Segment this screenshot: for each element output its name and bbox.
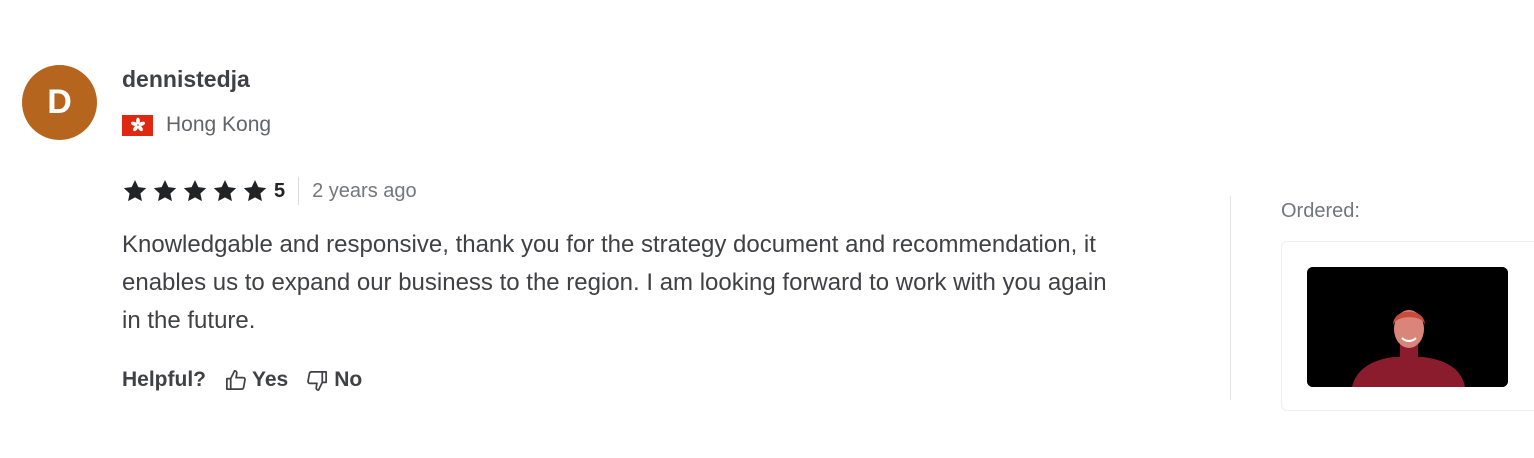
- reviewer-username[interactable]: dennistedja: [122, 66, 250, 93]
- review-time: 2 years ago: [312, 179, 417, 202]
- review-card: D dennistedja Hong Kong 5 2 years ago Kn…: [0, 0, 1534, 458]
- helpful-yes-label: Yes: [252, 368, 289, 391]
- rating-value: 5: [274, 179, 286, 202]
- ordered-gig-card[interactable]: [1281, 241, 1534, 411]
- star-icon: [153, 179, 177, 202]
- star-rating: [122, 178, 272, 204]
- review-text: Knowledgable and responsive, thank you f…: [122, 231, 1107, 334]
- thumbs-up-icon: [226, 369, 246, 390]
- country-name: Hong Kong: [166, 113, 272, 136]
- helpful-no-button[interactable]: No: [306, 368, 362, 392]
- rating-divider: [298, 177, 300, 205]
- star-icon: [123, 179, 147, 202]
- helpful-no-label: No: [334, 368, 363, 391]
- avatar-initial: D: [47, 83, 72, 121]
- helpful-row: Helpful? Yes No: [122, 368, 380, 392]
- reviewer-country: Hong Kong: [122, 113, 271, 137]
- thumbs-down-icon: [307, 370, 328, 391]
- star-icon: [183, 179, 207, 202]
- star-icon: [243, 179, 267, 202]
- hong-kong-flag-icon: [122, 114, 153, 136]
- avatar[interactable]: D: [22, 65, 97, 140]
- star-icon: [213, 179, 237, 202]
- gig-thumbnail-image[interactable]: [1307, 267, 1508, 387]
- helpful-yes-button[interactable]: Yes: [224, 368, 288, 392]
- ordered-label: Ordered:: [1281, 200, 1360, 222]
- side-divider: [1230, 196, 1231, 400]
- helpful-label: Helpful?: [122, 368, 206, 391]
- rating-row: 5 2 years ago: [122, 176, 417, 206]
